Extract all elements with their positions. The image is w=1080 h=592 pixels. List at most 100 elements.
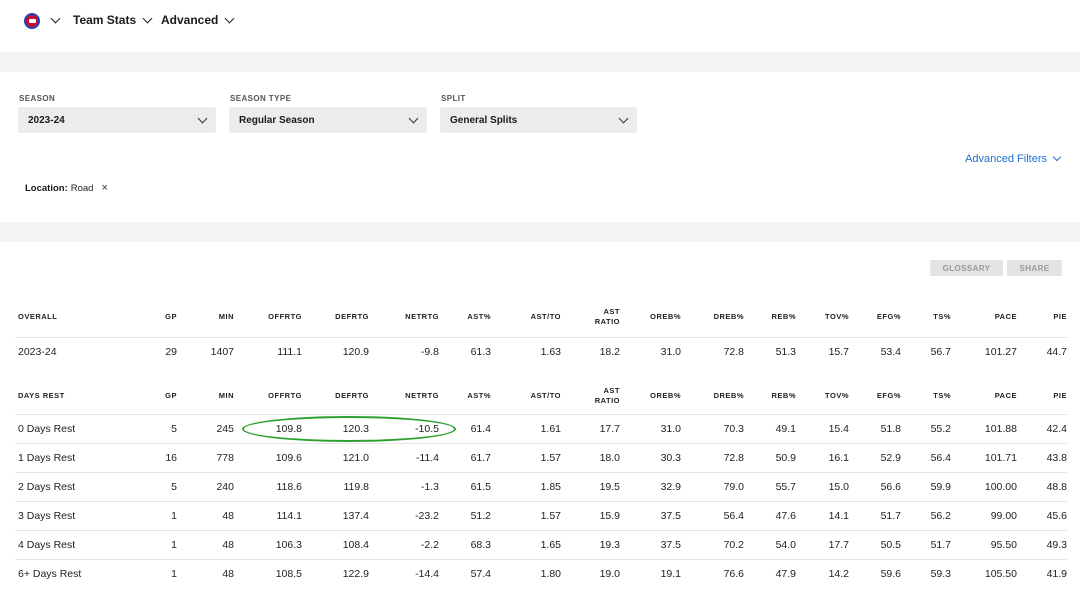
cell-ast-to: 1.57 <box>491 442 561 472</box>
column-header-ast-ratio[interactable]: AST RATIO <box>561 297 620 338</box>
cell-offrtg: 114.1 <box>234 500 302 530</box>
row-label: 6+ Days Rest <box>15 558 115 588</box>
column-header-gp[interactable]: GP <box>115 378 177 415</box>
cell-ts-pct: 59.9 <box>901 471 951 501</box>
team-stats-menu-label: Team Stats <box>73 13 137 27</box>
remove-filter-icon[interactable]: × <box>101 182 107 194</box>
cell-pie: 49.3 <box>1017 529 1067 559</box>
section-divider <box>0 52 1080 72</box>
cell-oreb-pct: 30.3 <box>620 442 681 472</box>
cell-dreb-pct: 70.2 <box>681 529 744 559</box>
table-row: 0 Days Rest 5 245 109.8 120.3 -10.5 61.4 1.61 17… <box>15 413 1067 443</box>
cell-ast-ratio: 17.7 <box>561 413 620 443</box>
column-header-ast-pct[interactable]: AST% <box>439 378 491 415</box>
team-stats-menu[interactable]: Team Stats <box>73 13 153 27</box>
cell-pie: 44.7 <box>1017 336 1067 366</box>
column-header-min[interactable]: MIN <box>177 378 234 415</box>
cell-pie: 48.8 <box>1017 471 1067 501</box>
column-header-defrtg[interactable]: DEFRTG <box>302 297 369 338</box>
column-header-min[interactable]: MIN <box>177 297 234 338</box>
column-header-offrtg[interactable]: OFFRTG <box>234 297 302 338</box>
column-header-efg-pct[interactable]: EFG% <box>849 297 901 338</box>
season-select[interactable]: 2023-24 <box>18 107 216 133</box>
column-header-ast-to[interactable]: AST/TO <box>491 297 561 338</box>
season-type-label: SEASON TYPE <box>230 94 292 103</box>
column-header-offrtg[interactable]: OFFRTG <box>234 378 302 415</box>
cell-defrtg: 108.4 <box>302 529 369 559</box>
cell-oreb-pct: 31.0 <box>620 413 681 443</box>
cell-gp: 29 <box>115 336 177 366</box>
cell-ast-pct: 61.7 <box>439 442 491 472</box>
column-header-pace[interactable]: PACE <box>951 297 1017 338</box>
team-switcher-chevron-icon[interactable] <box>50 13 61 24</box>
table-row: 2023-24 29 1407 111.1 120.9 -9.8 61.3 1.63 18.2 3… <box>15 336 1067 366</box>
split-select[interactable]: General Splits <box>440 107 637 133</box>
cell-reb-pct: 47.6 <box>744 500 796 530</box>
cell-gp: 1 <box>115 500 177 530</box>
column-header-tov-pct[interactable]: TOV% <box>796 378 849 415</box>
cell-pace: 101.27 <box>951 336 1017 366</box>
column-header-dreb-pct[interactable]: DREB% <box>681 378 744 415</box>
column-header-ast-ratio[interactable]: AST RATIO <box>561 378 620 415</box>
advanced-filters-toggle[interactable]: Advanced Filters <box>965 152 1062 165</box>
column-header-defrtg[interactable]: DEFRTG <box>302 378 369 415</box>
chip-value: Road <box>70 182 94 194</box>
cell-oreb-pct: 37.5 <box>620 500 681 530</box>
cell-reb-pct: 47.9 <box>744 558 796 588</box>
glossary-button[interactable]: GLOSSARY <box>930 260 1003 276</box>
share-button[interactable]: SHARE <box>1007 260 1062 276</box>
column-header-oreb-pct[interactable]: OREB% <box>620 297 681 338</box>
row-label: 0 Days Rest <box>15 413 115 443</box>
column-header-pace[interactable]: PACE <box>951 378 1017 415</box>
cell-tov-pct: 15.7 <box>796 336 849 366</box>
chevron-down-icon <box>408 113 419 123</box>
cell-ast-ratio: 19.0 <box>561 558 620 588</box>
cell-gp: 1 <box>115 529 177 559</box>
column-header-reb-pct[interactable]: REB% <box>744 297 796 338</box>
cell-tov-pct: 14.1 <box>796 500 849 530</box>
cell-defrtg: 121.0 <box>302 442 369 472</box>
cell-gp: 16 <box>115 442 177 472</box>
pistons-logo-icon[interactable] <box>24 13 40 29</box>
column-header-pie[interactable]: PIE <box>1017 378 1067 415</box>
cell-min: 48 <box>177 500 234 530</box>
column-header-pie[interactable]: PIE <box>1017 297 1067 338</box>
cell-offrtg: 108.5 <box>234 558 302 588</box>
cell-ast-pct: 68.3 <box>439 529 491 559</box>
column-header-efg-pct[interactable]: EFG% <box>849 378 901 415</box>
season-type-select[interactable]: Regular Season <box>229 107 427 133</box>
column-header-tov-pct[interactable]: TOV% <box>796 297 849 338</box>
cell-tov-pct: 17.7 <box>796 529 849 559</box>
top-nav: Team Stats Advanced <box>0 0 1080 42</box>
cell-netrtg: -23.2 <box>369 500 439 530</box>
column-header-reb-pct[interactable]: REB% <box>744 378 796 415</box>
cell-oreb-pct: 37.5 <box>620 529 681 559</box>
column-header-gp[interactable]: GP <box>115 297 177 338</box>
column-header-netrtg[interactable]: NETRTG <box>369 378 439 415</box>
cell-ast-pct: 61.4 <box>439 413 491 443</box>
column-header-dreb-pct[interactable]: DREB% <box>681 297 744 338</box>
cell-dreb-pct: 79.0 <box>681 471 744 501</box>
cell-ast-ratio: 18.2 <box>561 336 620 366</box>
cell-ast-to: 1.63 <box>491 336 561 366</box>
section-divider <box>0 222 1080 242</box>
split-label: SPLIT <box>441 94 466 103</box>
cell-reb-pct: 54.0 <box>744 529 796 559</box>
cell-dreb-pct: 76.6 <box>681 558 744 588</box>
column-header-ts-pct[interactable]: TS% <box>901 378 951 415</box>
cell-reb-pct: 49.1 <box>744 413 796 443</box>
advanced-menu[interactable]: Advanced <box>161 13 235 27</box>
row-label: 2023-24 <box>15 336 115 366</box>
cell-defrtg: 120.9 <box>302 336 369 366</box>
cell-ts-pct: 56.2 <box>901 500 951 530</box>
table-row: 1 Days Rest 16 778 109.6 121.0 -11.4 61.7 1.57 1… <box>15 442 1067 472</box>
column-header-netrtg[interactable]: NETRTG <box>369 297 439 338</box>
cell-ast-ratio: 15.9 <box>561 500 620 530</box>
chevron-down-icon <box>197 113 208 123</box>
column-header-ts-pct[interactable]: TS% <box>901 297 951 338</box>
column-header-oreb-pct[interactable]: OREB% <box>620 378 681 415</box>
cell-efg-pct: 51.7 <box>849 500 901 530</box>
column-header-ast-to[interactable]: AST/TO <box>491 378 561 415</box>
cell-min: 48 <box>177 558 234 588</box>
column-header-ast-pct[interactable]: AST% <box>439 297 491 338</box>
